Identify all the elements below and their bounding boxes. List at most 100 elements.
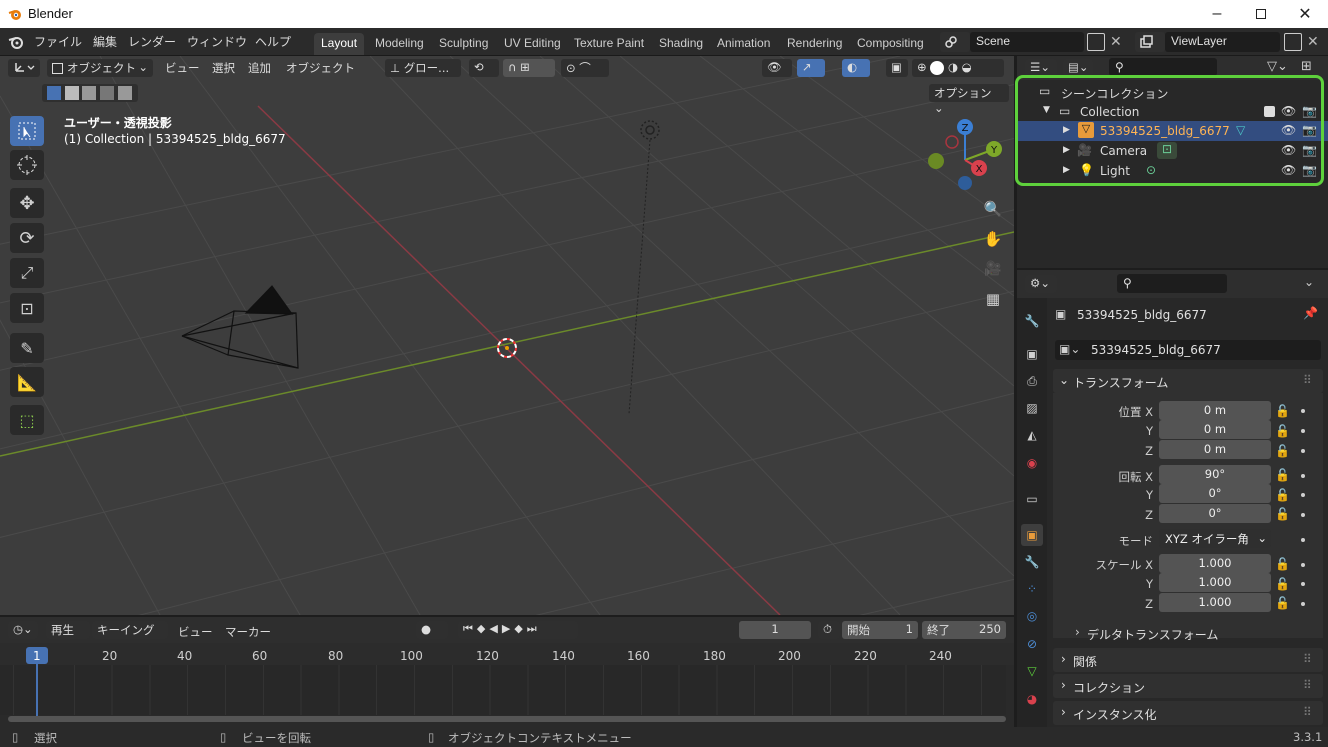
snap-toggle[interactable]: ∩ ⊞ (503, 59, 555, 77)
visibility-dropdown[interactable]: 👁 (762, 59, 792, 77)
drag-handle-icon[interactable]: ⠿ (1303, 652, 1312, 666)
lock-icon[interactable]: 🔓 (1275, 557, 1290, 571)
keyframe-dot-icon[interactable] (1301, 493, 1305, 497)
ortho-toggle-button[interactable]: ▦ (980, 286, 1006, 312)
keyframe-dot-icon[interactable] (1301, 409, 1305, 413)
tab-object[interactable]: ▣ (1021, 524, 1043, 546)
scale-y-field[interactable]: 1.000 (1159, 573, 1271, 592)
select-box-tool[interactable] (10, 116, 44, 146)
rotation-z-field[interactable]: 0° (1159, 504, 1271, 523)
lock-icon[interactable]: 🔓 (1275, 596, 1290, 610)
drag-handle-icon[interactable]: ⠿ (1303, 678, 1312, 692)
wireframe-shading-icon[interactable]: ⊕ (917, 60, 927, 74)
tab-material[interactable]: ◕ (1021, 688, 1043, 710)
navigation-gizmo[interactable]: Z Y X (928, 119, 1002, 190)
drag-handle-icon[interactable]: ⠿ (1303, 373, 1312, 387)
jump-start-icon[interactable]: ⏮ (463, 622, 477, 635)
tab-view-layer[interactable]: ▨ (1021, 397, 1043, 419)
timeline-marker-menu[interactable]: マーカー (225, 624, 271, 640)
options-dropdown[interactable]: オプション ⌄ (929, 84, 1009, 115)
playback-controls[interactable]: ⏮◆◀▶◆⏭ (458, 621, 578, 639)
shading-mode-buttons[interactable]: ⊕ ◑ ◒ (912, 59, 1004, 77)
3d-viewport[interactable]: Z Y X オブジェクト ⌄ ビュー 選択 追加 オブジェクト ⊥ グロー... … (0, 56, 1014, 615)
lock-icon[interactable]: 🔓 (1275, 424, 1290, 438)
material-shading-icon[interactable]: ◑ (948, 60, 958, 74)
keying-dropdown[interactable]: キーイング ⌄ (92, 621, 168, 652)
transform-panel-header[interactable]: ⌄ トランスフォーム ⠿ (1053, 369, 1323, 393)
use-preview-range-toggle[interactable]: ⏱ (818, 621, 840, 639)
menu-file[interactable]: ファイル (34, 33, 82, 50)
proportional-edit-toggle[interactable]: ⊙ ⌒ (561, 59, 609, 77)
select-subtract-icon[interactable] (82, 85, 97, 100)
tab-data[interactable]: ▽ (1021, 660, 1043, 682)
light-object[interactable] (628, 120, 660, 415)
menu-edit[interactable]: 編集 (93, 33, 117, 50)
scale-z-field[interactable]: 1.000 (1159, 593, 1271, 612)
menu-select[interactable]: 選択 (212, 60, 235, 76)
pin-icon[interactable]: 📌 (1303, 306, 1318, 320)
tab-render[interactable]: ▣ (1021, 343, 1043, 365)
blender-menu-icon[interactable] (8, 35, 24, 49)
cursor-tool[interactable] (10, 150, 44, 180)
keyframe-dot-icon[interactable] (1301, 602, 1305, 606)
delete-viewlayer-icon[interactable]: ✕ (1307, 34, 1319, 50)
rendered-shading-icon[interactable]: ◒ (962, 60, 972, 74)
chevron-down-icon[interactable]: ⌄ (1304, 275, 1314, 289)
overlay-toggle[interactable]: ◐ (842, 59, 870, 77)
timeline-track-area[interactable] (0, 665, 1006, 715)
rotate-tool[interactable]: ⟳ (10, 223, 44, 253)
filter-icon[interactable]: ▽⌄ (1267, 59, 1288, 74)
tab-compositing[interactable]: Compositing (850, 33, 931, 55)
keyframe-dot-icon[interactable] (1301, 513, 1305, 517)
select-invert-icon[interactable] (99, 85, 114, 100)
tab-rendering[interactable]: Rendering (780, 33, 849, 55)
lock-icon[interactable]: 🔓 (1275, 507, 1290, 521)
tab-physics[interactable]: ◎ (1021, 605, 1043, 627)
tab-texture-paint[interactable]: Texture Paint (567, 33, 651, 55)
new-collection-icon[interactable]: ⊞ (1301, 59, 1312, 74)
scene-name-field[interactable]: Scene (970, 32, 1084, 52)
tab-tool[interactable]: 🔧 (1021, 310, 1043, 332)
tab-world[interactable]: ◉ (1021, 452, 1043, 474)
select-new-icon[interactable] (47, 85, 61, 100)
viewlayer-name-field[interactable]: ViewLayer (1165, 32, 1280, 52)
keyframe-dot-icon[interactable] (1301, 582, 1305, 586)
timeline-editor[interactable]: ◷⌄ 再生 ⌄ キーイング ⌄ ビュー マーカー ● ⏮◆◀▶◆⏭ 1 ⏱ 開始… (0, 617, 1014, 727)
location-y-field[interactable]: 0 m (1159, 420, 1271, 439)
tab-modeling[interactable]: Modeling (368, 33, 431, 55)
timeline-view-menu[interactable]: ビュー (178, 624, 213, 640)
rotation-x-field[interactable]: 90° (1159, 465, 1271, 484)
current-frame-field[interactable]: 1 (739, 621, 811, 639)
viewlayer-browse-button[interactable] (1135, 32, 1165, 52)
delta-transform-subpanel[interactable]: › デルタトランスフォーム (1065, 622, 1315, 644)
tab-modifiers[interactable]: 🔧 (1021, 551, 1043, 573)
menu-help[interactable]: ヘルプ (255, 33, 291, 50)
tab-particles[interactable]: ⁘ (1021, 578, 1043, 600)
keyframe-dot-icon[interactable] (1301, 429, 1305, 433)
rotation-y-field[interactable]: 0° (1159, 484, 1271, 503)
tab-uv-editing[interactable]: UV Editing (497, 33, 568, 55)
collections-panel-header[interactable]: › コレクション ⠿ (1053, 674, 1323, 698)
tab-constraints[interactable]: ⊘ (1021, 633, 1043, 655)
minimize-button[interactable]: – (1194, 0, 1240, 28)
outliner-search-input[interactable]: ⚲ (1109, 58, 1217, 76)
drag-handle-icon[interactable]: ⠿ (1303, 705, 1312, 719)
scale-tool[interactable]: ⤢ (10, 258, 44, 288)
lock-icon[interactable]: 🔓 (1275, 444, 1290, 458)
tab-scene[interactable]: ◭ (1021, 424, 1043, 446)
scene-browse-button[interactable] (940, 32, 970, 52)
location-z-field[interactable]: 0 m (1159, 440, 1271, 459)
menu-render[interactable]: レンダー (128, 33, 176, 50)
zoom-button[interactable]: 🔍 (980, 196, 1006, 222)
end-frame-field[interactable]: 終了 250 (922, 621, 1006, 639)
tab-shading[interactable]: Shading (652, 33, 710, 55)
maximize-button[interactable] (1238, 0, 1284, 28)
play-icon[interactable]: ▶ (502, 622, 514, 635)
timeline-scrollbar[interactable] (8, 716, 1006, 722)
menu-object[interactable]: オブジェクト (286, 60, 355, 76)
tab-output[interactable]: ⎙ (1021, 370, 1043, 392)
lock-icon[interactable]: 🔓 (1275, 488, 1290, 502)
keyframe-dot-icon[interactable] (1301, 474, 1305, 478)
tab-sculpting[interactable]: Sculpting (432, 33, 495, 55)
rotation-mode-dropdown[interactable]: XYZ オイラー角 ⌄ (1159, 529, 1271, 548)
